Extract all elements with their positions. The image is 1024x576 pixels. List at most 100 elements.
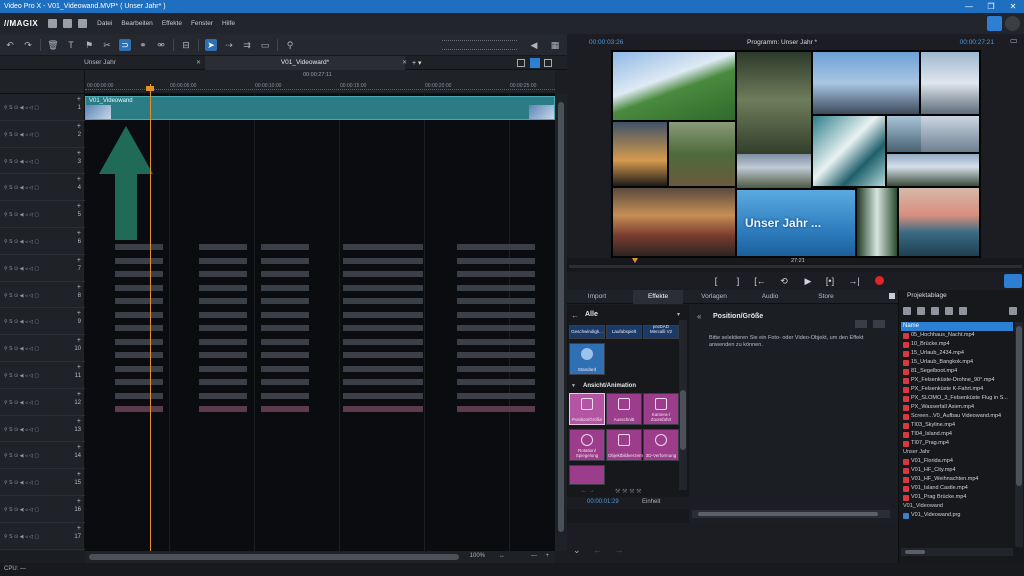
nested-clip[interactable] bbox=[199, 338, 247, 345]
file-item[interactable]: V01_Prag Brücke.mp4 bbox=[901, 493, 1013, 502]
nested-clip[interactable] bbox=[199, 406, 247, 412]
nested-clip[interactable] bbox=[487, 311, 535, 318]
range-tool-icon[interactable]: ⇢ bbox=[223, 39, 235, 51]
panel-undo-icon[interactable] bbox=[855, 320, 867, 328]
add-track-icon[interactable]: + bbox=[77, 230, 81, 237]
file-item[interactable]: 05_Hochhaus_Nacht.mp4 bbox=[901, 331, 1013, 340]
add-track-icon[interactable]: + bbox=[77, 364, 81, 371]
track-header[interactable]: + ⚲S⊙◀◃◁▢ 12 bbox=[0, 389, 85, 416]
scrubber-track[interactable] bbox=[569, 265, 1022, 268]
track-controls-icon[interactable]: ⚲S⊙◀◃◁▢ bbox=[4, 159, 41, 165]
menu-fenster[interactable]: Fenster bbox=[191, 20, 213, 27]
nested-clip[interactable] bbox=[487, 325, 535, 331]
collapse-panel-icon[interactable]: « bbox=[697, 312, 701, 321]
file-item[interactable]: V01_HF_City.mp4 bbox=[901, 466, 1013, 475]
up-icon[interactable] bbox=[958, 307, 967, 315]
delete-icon[interactable]: 🗑 bbox=[47, 39, 59, 51]
track-header[interactable]: + ⚲S⊙◀◃◁▢ 4 bbox=[0, 174, 85, 202]
playhead-marker-icon[interactable] bbox=[146, 86, 154, 91]
nested-clip[interactable] bbox=[115, 325, 163, 331]
track-header[interactable]: + ⚲S⊙◀◃◁▢ 8 bbox=[0, 282, 85, 309]
file-item[interactable]: TI03_Skyline.mp4 bbox=[901, 421, 1013, 430]
go-to-start-button[interactable]: [← bbox=[753, 274, 767, 288]
project-horizontal-scrollbar[interactable] bbox=[901, 548, 1013, 556]
monitor-timecode-right[interactable]: 00:00:27:21 bbox=[960, 39, 994, 46]
list-view-icon[interactable] bbox=[1009, 307, 1017, 315]
nested-clip[interactable] bbox=[199, 379, 247, 385]
effect-tile-standard[interactable]: Standard bbox=[569, 343, 605, 375]
timeline-horizontal-scrollbar[interactable]: 100% ↔ — + bbox=[85, 551, 555, 563]
menu-hilfe[interactable]: Hilfe bbox=[222, 20, 235, 27]
maximize-button[interactable]: ❐ bbox=[980, 0, 1002, 13]
nested-clip[interactable] bbox=[115, 352, 163, 358]
nested-clip[interactable] bbox=[375, 298, 423, 304]
nav-forward-icon[interactable]: → bbox=[615, 545, 624, 555]
tab-import[interactable]: Import bbox=[567, 290, 627, 304]
footer-timecode[interactable]: 00:00:01:29 bbox=[587, 499, 619, 505]
tab-close-icon[interactable]: ✕ bbox=[402, 59, 407, 66]
marker-icon[interactable]: ⚑ bbox=[83, 39, 95, 51]
nested-clip[interactable] bbox=[261, 284, 309, 291]
nested-clip[interactable] bbox=[199, 392, 247, 399]
file-item[interactable]: 10_Brücke.mp4 bbox=[901, 340, 1013, 349]
nested-clip[interactable] bbox=[375, 311, 423, 318]
folder-icon[interactable] bbox=[930, 307, 939, 315]
close-button[interactable]: ✕ bbox=[1002, 0, 1024, 13]
program-monitor[interactable]: Unser Jahr ... bbox=[611, 50, 981, 258]
nested-clip[interactable] bbox=[487, 379, 535, 385]
ungroup-icon[interactable]: ⚮ bbox=[155, 39, 167, 51]
mark-out-button[interactable]: ] bbox=[731, 274, 745, 288]
monitor-options-icon[interactable]: ▭ bbox=[1010, 36, 1022, 50]
nested-clip[interactable] bbox=[487, 284, 535, 291]
nested-clip[interactable] bbox=[375, 379, 423, 385]
nested-clip[interactable] bbox=[199, 365, 247, 372]
column-header-name[interactable]: Name bbox=[901, 322, 1013, 331]
nested-clip[interactable] bbox=[115, 271, 163, 277]
folder-item[interactable]: V01_Videowand bbox=[901, 502, 1013, 511]
new-file-icon[interactable] bbox=[48, 19, 58, 28]
file-item[interactable]: TI07_Prag.mp4 bbox=[901, 439, 1013, 448]
add-track-icon[interactable]: + bbox=[77, 96, 81, 103]
nested-clip[interactable] bbox=[261, 325, 309, 331]
nested-clip[interactable] bbox=[487, 392, 535, 399]
nested-clip[interactable] bbox=[115, 244, 163, 250]
effect-tile-position-size[interactable]: Position/Größe bbox=[569, 393, 605, 425]
nested-clip[interactable] bbox=[487, 244, 535, 250]
nested-clip[interactable] bbox=[375, 365, 423, 372]
undo-icon[interactable]: ↶ bbox=[4, 39, 16, 51]
add-track-icon[interactable]: + bbox=[77, 498, 81, 505]
track-header[interactable]: + ⚲S⊙◀◃◁▢ 17 bbox=[0, 523, 85, 550]
track-controls-icon[interactable]: ⚲S⊙◀◃◁▢ bbox=[4, 212, 41, 218]
track-header[interactable]: + ⚲S⊙◀◃◁▢ 5 bbox=[0, 201, 85, 228]
speaker-icon[interactable]: ◀ bbox=[528, 39, 540, 51]
timeline-vertical-scrollbar[interactable] bbox=[555, 94, 567, 551]
nested-clip[interactable] bbox=[487, 352, 535, 358]
menu-effekte[interactable]: Effekte bbox=[162, 20, 182, 27]
track-controls-icon[interactable]: ⚲S⊙◀◃◁▢ bbox=[4, 507, 41, 513]
track-header[interactable]: + ⚲S⊙◀◃◁▢ 6 bbox=[0, 228, 85, 255]
effect-tile[interactable] bbox=[569, 465, 605, 485]
tab-v01-videoward[interactable]: V01_Videoward* bbox=[205, 56, 405, 70]
file-item[interactable]: V01_HF_Weihnachten.mp4 bbox=[901, 475, 1013, 484]
link-icon[interactable]: ⊃ bbox=[119, 38, 131, 51]
add-track-icon[interactable]: + bbox=[77, 176, 81, 183]
nav-back-icon[interactable]: ← bbox=[593, 545, 602, 555]
settings-icon[interactable] bbox=[1005, 16, 1020, 31]
file-item[interactable]: TI04_Island.mp4 bbox=[901, 430, 1013, 439]
file-item[interactable]: 15_Urlaub_Bangkok.mp4 bbox=[901, 358, 1013, 367]
nested-clip[interactable] bbox=[199, 244, 247, 250]
track-controls-icon[interactable]: ⚲S⊙◀◃◁▢ bbox=[4, 534, 41, 540]
tab-store[interactable]: Store bbox=[801, 290, 851, 304]
track-controls-icon[interactable]: ⚲S⊙◀◃◁▢ bbox=[4, 185, 41, 191]
add-track-icon[interactable]: + bbox=[77, 123, 81, 130]
trim-icon[interactable]: ⊟ bbox=[180, 39, 192, 51]
nested-clip[interactable] bbox=[261, 365, 309, 372]
effect-tile-3d[interactable]: 3D-Verformung bbox=[643, 429, 679, 461]
nested-clip[interactable] bbox=[261, 338, 309, 345]
add-track-icon[interactable]: + bbox=[77, 418, 81, 425]
storyboard-view-icon[interactable] bbox=[544, 59, 552, 67]
file-item[interactable]: V01_Florida.mp4 bbox=[901, 457, 1013, 466]
record-button[interactable] bbox=[875, 276, 884, 285]
effect-tile[interactable]: proDAD Mercalli V2 bbox=[643, 324, 679, 339]
file-item[interactable]: PX_Felsenküste-Drohne_90°.mp4 bbox=[901, 376, 1013, 385]
